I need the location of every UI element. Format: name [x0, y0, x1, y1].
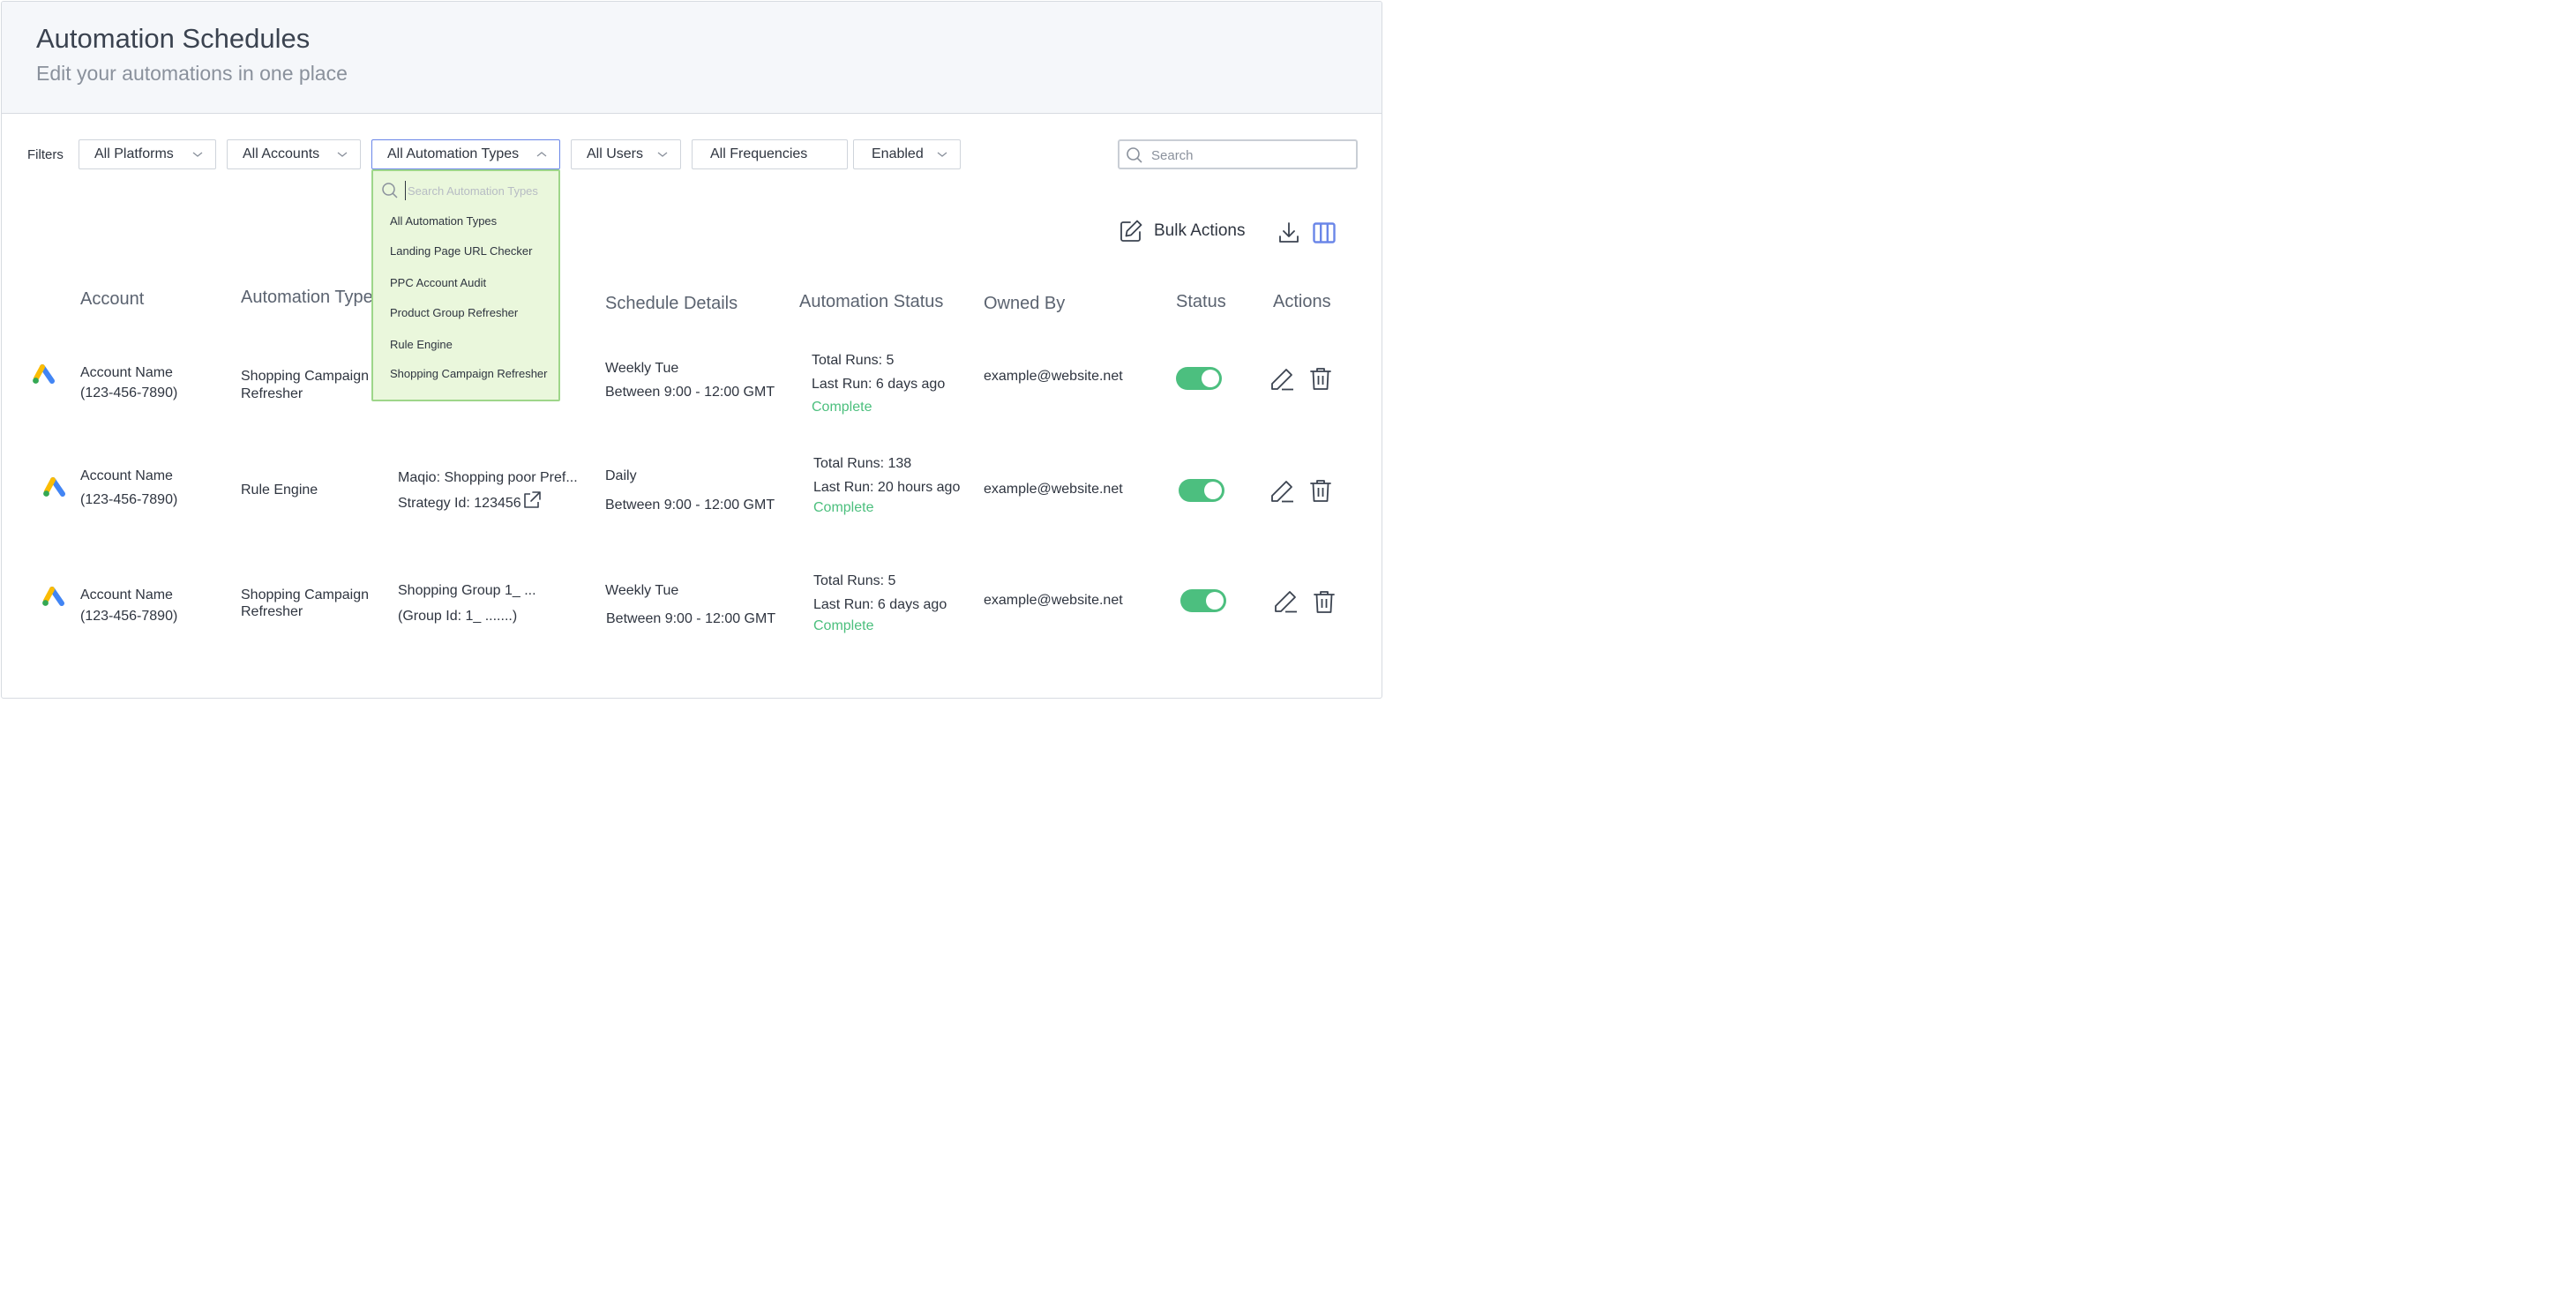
external-link-icon[interactable] — [522, 490, 542, 510]
column-header-schedule-details: Schedule Details — [605, 294, 738, 313]
filters-label: Filters — [27, 147, 64, 162]
trash-icon[interactable] — [1309, 366, 1332, 391]
group-name: Shopping Group 1_ ... — [398, 583, 536, 598]
chevron-down-icon — [337, 152, 348, 157]
edit-square-icon — [1120, 220, 1142, 242]
filter-automation-types[interactable]: All Automation Types — [371, 139, 560, 169]
filter-users-label: All Users — [587, 146, 644, 161]
bulk-actions-button[interactable]: Bulk Actions — [1119, 219, 1246, 243]
trash-icon[interactable] — [1309, 478, 1332, 503]
total-runs: Total Runs: 5 — [813, 573, 896, 588]
run-status: Complete — [812, 400, 872, 415]
page-title: Automation Schedules — [36, 23, 311, 54]
schedule-window: Between 9:00 - 12:00 GMT — [605, 498, 775, 513]
app-frame: Automation Schedules Edit your automatio… — [1, 1, 1382, 699]
column-header-account: Account — [80, 289, 145, 309]
total-runs: Total Runs: 5 — [812, 353, 895, 368]
owner-email: example@website.net — [984, 482, 1123, 497]
schedule-frequency: Weekly Tue — [605, 583, 679, 598]
dropdown-item[interactable]: PPC Account Audit — [390, 276, 486, 289]
last-run: Last Run: 6 days ago — [812, 377, 946, 392]
filter-frequencies[interactable]: All Frequencies — [692, 139, 848, 169]
dropdown-item[interactable]: Rule Engine — [390, 338, 453, 351]
schedule-frequency: Daily — [605, 468, 637, 483]
schedule-window: Between 9:00 - 12:00 GMT — [606, 611, 776, 626]
column-header-owned-by: Owned By — [984, 294, 1066, 313]
automation-type: Rule Engine — [241, 483, 318, 498]
automation-type-cont: Refresher — [241, 386, 303, 401]
column-header-status: Status — [1176, 292, 1226, 311]
automation-types-search-input[interactable] — [405, 181, 555, 200]
edit-icon[interactable] — [1273, 589, 1298, 614]
download-icon[interactable] — [1278, 221, 1299, 244]
search-box[interactable] — [1118, 139, 1358, 169]
google-ads-logo-icon — [43, 477, 65, 497]
run-status: Complete — [813, 618, 874, 633]
dropdown-item[interactable]: Landing Page URL Checker — [390, 244, 532, 258]
chevron-down-icon — [657, 152, 668, 157]
filter-accounts[interactable]: All Accounts — [227, 139, 361, 169]
filter-users[interactable]: All Users — [571, 139, 681, 169]
page-subtitle: Edit your automations in one place — [36, 62, 348, 85]
owner-email: example@website.net — [984, 593, 1123, 608]
account-id: (123-456-7890) — [80, 609, 178, 624]
account-id: (123-456-7890) — [80, 385, 178, 400]
group-id: (Group Id: 1_ .......) — [398, 609, 518, 624]
column-header-automation-status: Automation Status — [799, 292, 944, 311]
filter-frequencies-label: All Frequencies — [710, 146, 808, 161]
run-status: Complete — [813, 500, 874, 515]
filter-platforms-label: All Platforms — [94, 146, 174, 161]
filter-accounts-label: All Accounts — [243, 146, 320, 161]
columns-icon[interactable] — [1313, 222, 1336, 243]
filter-status-label: Enabled — [872, 146, 924, 161]
filter-platforms[interactable]: All Platforms — [79, 139, 216, 169]
total-runs: Total Runs: 138 — [813, 456, 912, 471]
column-header-automation-type: Automation Type — [241, 288, 373, 307]
automation-type-cont: Refresher — [241, 604, 303, 619]
filter-automation-types-label: All Automation Types — [387, 146, 520, 161]
last-run: Last Run: 20 hours ago — [813, 480, 961, 495]
account-name: Account Name — [80, 468, 173, 483]
filter-status[interactable]: Enabled — [853, 139, 961, 169]
chevron-down-icon — [192, 152, 203, 157]
schedule-frequency: Weekly Tue — [605, 361, 679, 376]
owner-email: example@website.net — [984, 369, 1123, 384]
edit-icon[interactable] — [1269, 367, 1294, 392]
chevron-up-icon — [536, 152, 547, 157]
strategy-id: Strategy Id: 123456 — [398, 496, 521, 511]
last-run: Last Run: 6 days ago — [813, 597, 947, 612]
trash-icon[interactable] — [1313, 589, 1336, 614]
dropdown-item[interactable]: Shopping Campaign Refresher — [390, 367, 548, 380]
status-toggle[interactable] — [1179, 479, 1224, 502]
google-ads-logo-icon — [42, 587, 64, 606]
edit-icon[interactable] — [1269, 479, 1294, 504]
schedule-window: Between 9:00 - 12:00 GMT — [605, 385, 775, 400]
google-ads-logo-icon — [33, 364, 55, 384]
page-header: Automation Schedules Edit your automatio… — [2, 2, 1382, 114]
status-toggle[interactable] — [1176, 367, 1222, 390]
chevron-down-icon — [937, 152, 947, 157]
account-id: (123-456-7890) — [80, 492, 178, 507]
status-toggle[interactable] — [1180, 589, 1226, 612]
automation-types-dropdown: All Automation Types Landing Page URL Ch… — [371, 169, 560, 401]
automation-type: Shopping Campaign — [241, 369, 369, 384]
column-header-actions: Actions — [1273, 292, 1331, 311]
search-icon — [382, 183, 398, 198]
dropdown-item[interactable]: Product Group Refresher — [390, 306, 518, 319]
bulk-actions-label: Bulk Actions — [1154, 221, 1246, 240]
search-input[interactable] — [1149, 145, 1347, 166]
search-icon — [1127, 147, 1142, 163]
account-name: Account Name — [80, 587, 173, 602]
automation-type: Shopping Campaign — [241, 587, 369, 602]
strategy-name: Maqio: Shopping poor Pref... — [398, 470, 578, 485]
account-name: Account Name — [80, 365, 173, 380]
dropdown-item[interactable]: All Automation Types — [390, 214, 497, 228]
